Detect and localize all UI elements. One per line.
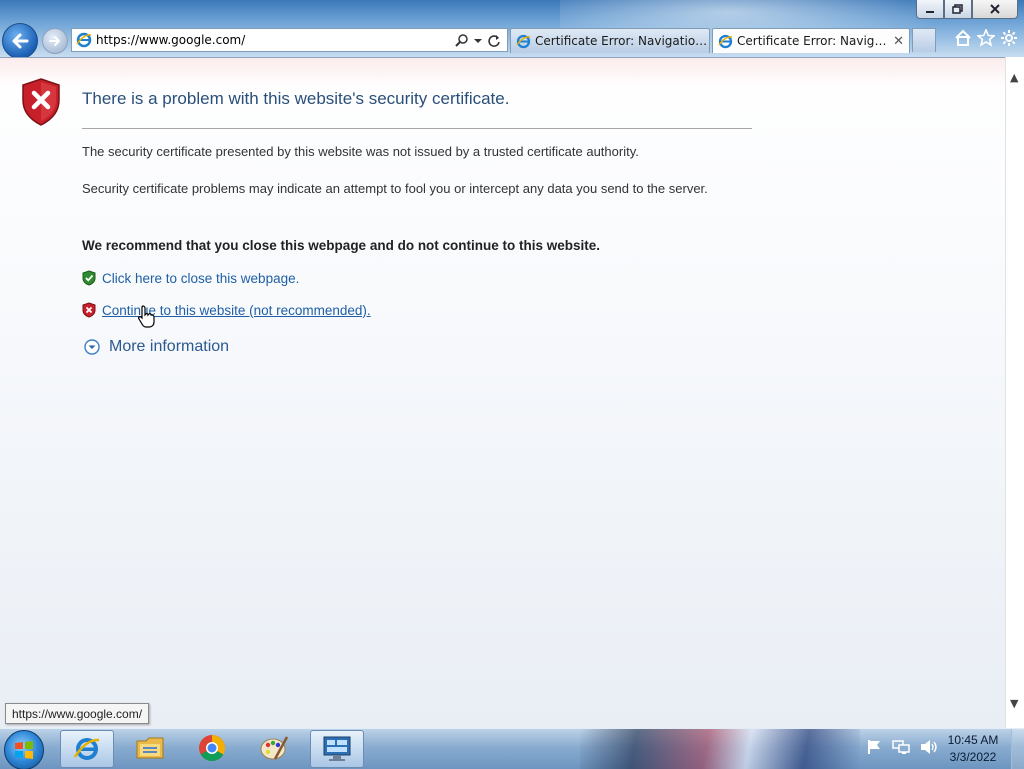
- clock[interactable]: 10:45 AM 3/3/2022: [940, 732, 1006, 766]
- show-desktop-button[interactable]: [1011, 729, 1024, 769]
- ie-tab-icon: [718, 34, 733, 48]
- command-icons: [954, 29, 1018, 47]
- chrome-icon: [199, 735, 226, 762]
- gear-icon[interactable]: [1000, 29, 1018, 47]
- recommendation-text: We recommend that you close this webpage…: [82, 238, 601, 253]
- close-webpage-row: Click here to close this webpage.: [82, 270, 299, 286]
- forward-arrow-icon: [49, 36, 60, 46]
- scroll-down-icon[interactable]: ▼: [1010, 697, 1018, 710]
- tab-close-icon[interactable]: ✕: [893, 34, 904, 49]
- windows-logo-icon: [15, 741, 33, 759]
- volume-icon[interactable]: [920, 739, 938, 755]
- window-controls: [916, 0, 1018, 19]
- folder-icon: [136, 737, 164, 759]
- warning-shield-icon: [82, 302, 96, 318]
- tab-label: Certificate Error: Navigation Bl...: [535, 34, 709, 48]
- close-icon: [990, 4, 1000, 14]
- minimize-icon: [926, 11, 934, 13]
- restore-button[interactable]: [944, 0, 972, 19]
- new-tab-button[interactable]: [912, 28, 936, 52]
- error-shield-icon: [22, 78, 60, 126]
- internet-explorer-icon: [73, 738, 100, 760]
- tab-certificate-error-1[interactable]: Certificate Error: Navigation Bl...: [510, 28, 710, 53]
- address-bar[interactable]: [71, 28, 508, 52]
- address-tools: [455, 33, 507, 47]
- divider: [82, 128, 752, 129]
- more-information-label: More information: [109, 338, 230, 355]
- back-button[interactable]: [2, 23, 38, 57]
- clock-date: 3/3/2022: [949, 750, 997, 764]
- page-title: There is a problem with this website's s…: [82, 89, 510, 108]
- taskbar-paint[interactable]: [248, 730, 300, 766]
- close-webpage-link[interactable]: Click here to close this webpage.: [102, 271, 299, 286]
- wallpaper-art: [580, 729, 860, 769]
- favorites-star-icon[interactable]: [977, 29, 995, 47]
- taskbar-internet-explorer[interactable]: [60, 730, 114, 768]
- network-icon[interactable]: [892, 739, 910, 755]
- forward-button[interactable]: [42, 28, 68, 54]
- system-tray: [866, 739, 938, 755]
- status-url-tooltip: https://www.google.com/: [5, 703, 150, 724]
- paint-palette-icon: [260, 736, 289, 760]
- remote-desktop-icon: [323, 736, 351, 761]
- top-glow: [0, 58, 1006, 88]
- expand-chevron-icon: [84, 339, 100, 355]
- paragraph-security-warning: Security certificate problems may indica…: [82, 181, 708, 196]
- search-icon[interactable]: [455, 33, 468, 47]
- continue-row: Continue to this website (not recommende…: [82, 302, 371, 318]
- address-input[interactable]: [96, 33, 446, 47]
- refresh-icon[interactable]: [488, 34, 501, 47]
- tab-certificate-error-2[interactable]: Certificate Error: Navigation... ✕: [712, 28, 910, 53]
- vertical-scrollbar[interactable]: ▲ ▼: [1005, 57, 1024, 728]
- safe-shield-icon: [82, 270, 96, 286]
- taskbar: 10:45 AM 3/3/2022: [0, 728, 1024, 769]
- clock-time: 10:45 AM: [947, 733, 999, 747]
- scroll-up-icon[interactable]: ▲: [1010, 71, 1018, 84]
- minimize-button[interactable]: [916, 0, 944, 19]
- close-window-button[interactable]: [972, 0, 1018, 19]
- paragraph-untrusted-authority: The security certificate presented by th…: [82, 144, 639, 159]
- browser-chrome: Certificate Error: Navigation Bl... Cert…: [0, 0, 1024, 57]
- restore-icon: [952, 4, 963, 14]
- action-center-flag-icon[interactable]: [866, 739, 882, 755]
- dropdown-icon[interactable]: [474, 34, 482, 47]
- taskbar-chrome[interactable]: [186, 730, 238, 766]
- ie-tab-icon: [516, 34, 531, 48]
- more-information-toggle[interactable]: More information: [84, 338, 229, 356]
- tab-label: Certificate Error: Navigation...: [737, 34, 888, 48]
- taskbar-file-explorer[interactable]: [124, 730, 176, 766]
- start-button[interactable]: [4, 730, 44, 769]
- ie-page-icon: [76, 32, 92, 48]
- home-icon[interactable]: [954, 29, 972, 47]
- back-arrow-icon: [12, 33, 29, 49]
- hand-cursor-icon: [138, 305, 155, 328]
- taskbar-remote-desktop[interactable]: [310, 730, 364, 768]
